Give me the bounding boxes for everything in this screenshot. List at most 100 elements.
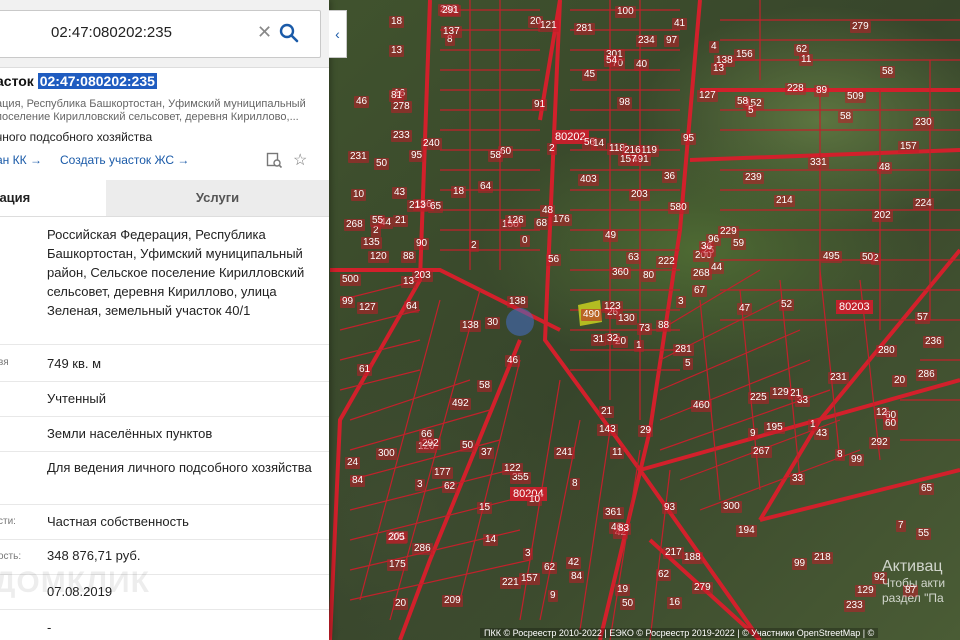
- search-bar: ✕: [0, 0, 329, 68]
- page-title: асток 02:47:080202:235: [0, 73, 157, 89]
- parcel-number-label: 98: [617, 97, 633, 109]
- extra-value: -: [47, 620, 52, 635]
- parcel-number-label: 50: [620, 598, 636, 610]
- parcel-number-label: 58: [838, 111, 854, 123]
- parcel-number-label: 281: [673, 344, 694, 356]
- parcel-number-label: 14: [591, 138, 607, 150]
- parcel-number-label: 281: [574, 23, 595, 35]
- parcel-number-label: 233: [844, 600, 865, 612]
- parcel-number-label: 100: [615, 6, 636, 18]
- parcel-number-label: 500: [340, 274, 361, 286]
- parcel-number-label: 45: [582, 69, 598, 81]
- ownership-value: Частная собственность: [47, 514, 189, 529]
- parcel-number-label: 67: [692, 285, 708, 297]
- parcel-number-label: 66: [419, 429, 435, 441]
- kk-link[interactable]: ан КК →: [0, 153, 42, 167]
- parcel-number-label: 62: [442, 481, 458, 493]
- info-row-address: Российская Федерация, Республика Башкорт…: [0, 224, 329, 345]
- parcel-number-label: 15: [477, 502, 493, 514]
- parcel-number-label: 279: [692, 582, 713, 594]
- parcel-number-label: 65: [428, 201, 444, 213]
- parcel-number-label: 97: [664, 35, 680, 47]
- info-panel: ✕ асток 02:47:080202:235 ация, Республик…: [0, 0, 329, 640]
- parcel-number-label: 31: [591, 334, 607, 346]
- parcel-number-label: 41: [672, 18, 688, 30]
- parcel-number-label: 195: [764, 422, 785, 434]
- parcel-number-label: 84: [569, 571, 585, 583]
- parcel-number-label: 99: [792, 558, 808, 570]
- parcel-number-label: 84: [350, 475, 366, 487]
- search-input[interactable]: [49, 23, 253, 42]
- parcel-number-label: 73: [637, 323, 653, 335]
- parcel-number-label: 93: [662, 502, 678, 514]
- parcel-number-label: 99: [340, 296, 356, 308]
- parcel-number-label: 209: [442, 595, 463, 607]
- parcel-number-label: 2: [547, 143, 557, 155]
- status-value: Учтенный: [47, 391, 107, 406]
- parcel-number-label: 2: [469, 240, 479, 252]
- parcel-number-label: 46: [505, 355, 521, 367]
- parcel-number-label: 10: [351, 189, 367, 201]
- parcel-grid: [339, 0, 960, 640]
- parcel-number-label: 361: [603, 507, 624, 519]
- parcel-number-label: 11: [610, 447, 625, 459]
- collapse-panel-button[interactable]: ‹: [329, 10, 347, 58]
- parcel-number-label: 403: [578, 174, 599, 186]
- parcel-number-label: 213: [407, 200, 428, 212]
- create-plot-link[interactable]: Создать участок ЖС →: [60, 153, 189, 167]
- parcel-number-label: 64: [404, 301, 420, 313]
- favorite-star-icon[interactable]: ☆: [293, 150, 307, 170]
- parcel-number-label: 156: [734, 49, 755, 61]
- parcel-number-label: 62: [542, 562, 558, 574]
- parcel-number-label: 30: [485, 317, 501, 329]
- parcel-number-label: 46: [354, 96, 370, 108]
- parcel-number-label: 10: [527, 494, 543, 506]
- parcel-number-label: 63: [626, 252, 642, 264]
- parcel-number-label: 43: [392, 187, 408, 199]
- parcel-number-label: 58: [477, 380, 493, 392]
- parcel-number-label: 9: [548, 590, 558, 602]
- parcel-number-label: 231: [348, 151, 369, 163]
- parcel-number-label: 1: [808, 419, 818, 431]
- search-icon[interactable]: [279, 23, 299, 43]
- parcel-number-label: 225: [748, 392, 769, 404]
- tab-services[interactable]: Услуги: [106, 180, 329, 216]
- parcel-number-label: 29: [638, 425, 654, 437]
- cadastral-number: 02:47:080202:235: [37, 73, 157, 89]
- parcel-number-label: 127: [697, 90, 718, 102]
- parcel-number-label: 37: [479, 447, 495, 459]
- parcel-number-label: 55: [916, 528, 932, 540]
- title-prefix: асток: [0, 73, 34, 89]
- tab-information[interactable]: мация: [0, 180, 106, 216]
- info-row-category: Земли населённых пунктов: [0, 417, 329, 452]
- parcel-number-label: 157: [898, 141, 919, 153]
- clear-icon[interactable]: ✕: [257, 22, 272, 43]
- parcel-number-label: 177: [432, 467, 453, 479]
- parcel-number-label: 233: [391, 130, 412, 142]
- parcel-number-label: 13: [389, 45, 405, 57]
- permitted-use-value: Для ведения личного подсобного хозяйства: [47, 460, 312, 475]
- parcel-number-label: 202: [872, 210, 893, 222]
- parcel-number-label: 175: [387, 559, 408, 571]
- quarter-label: 80203: [836, 300, 873, 314]
- parcel-number-label: 3: [523, 548, 533, 560]
- parcel-number-label: 13: [711, 63, 727, 75]
- parcel-number-label: 234: [636, 35, 657, 47]
- parcel-number-label: 8: [835, 449, 845, 461]
- windows-activation-watermark: Активац Чтобы акти раздел "Па: [882, 558, 946, 605]
- parcel-number-label: 580: [668, 202, 689, 214]
- parcel-number-label: 68: [534, 218, 550, 230]
- parcel-number-label: 122: [502, 463, 523, 475]
- parcel-number-label: 20: [393, 598, 409, 610]
- parcel-number-label: 286: [412, 543, 433, 555]
- document-search-icon[interactable]: [266, 152, 282, 168]
- parcel-number-label: 224: [913, 198, 934, 210]
- parcel-number-label: 42: [566, 557, 582, 569]
- parcel-number-label: 40: [634, 59, 650, 71]
- category-value: Земли населённых пунктов: [47, 426, 213, 441]
- parcel-number-label: 21: [599, 406, 615, 418]
- parcel-number-label: 492: [450, 398, 471, 410]
- parcel-number-label: 236: [923, 336, 944, 348]
- parcel-number-label: 88: [401, 251, 417, 263]
- parcel-number-label: 18: [389, 16, 405, 28]
